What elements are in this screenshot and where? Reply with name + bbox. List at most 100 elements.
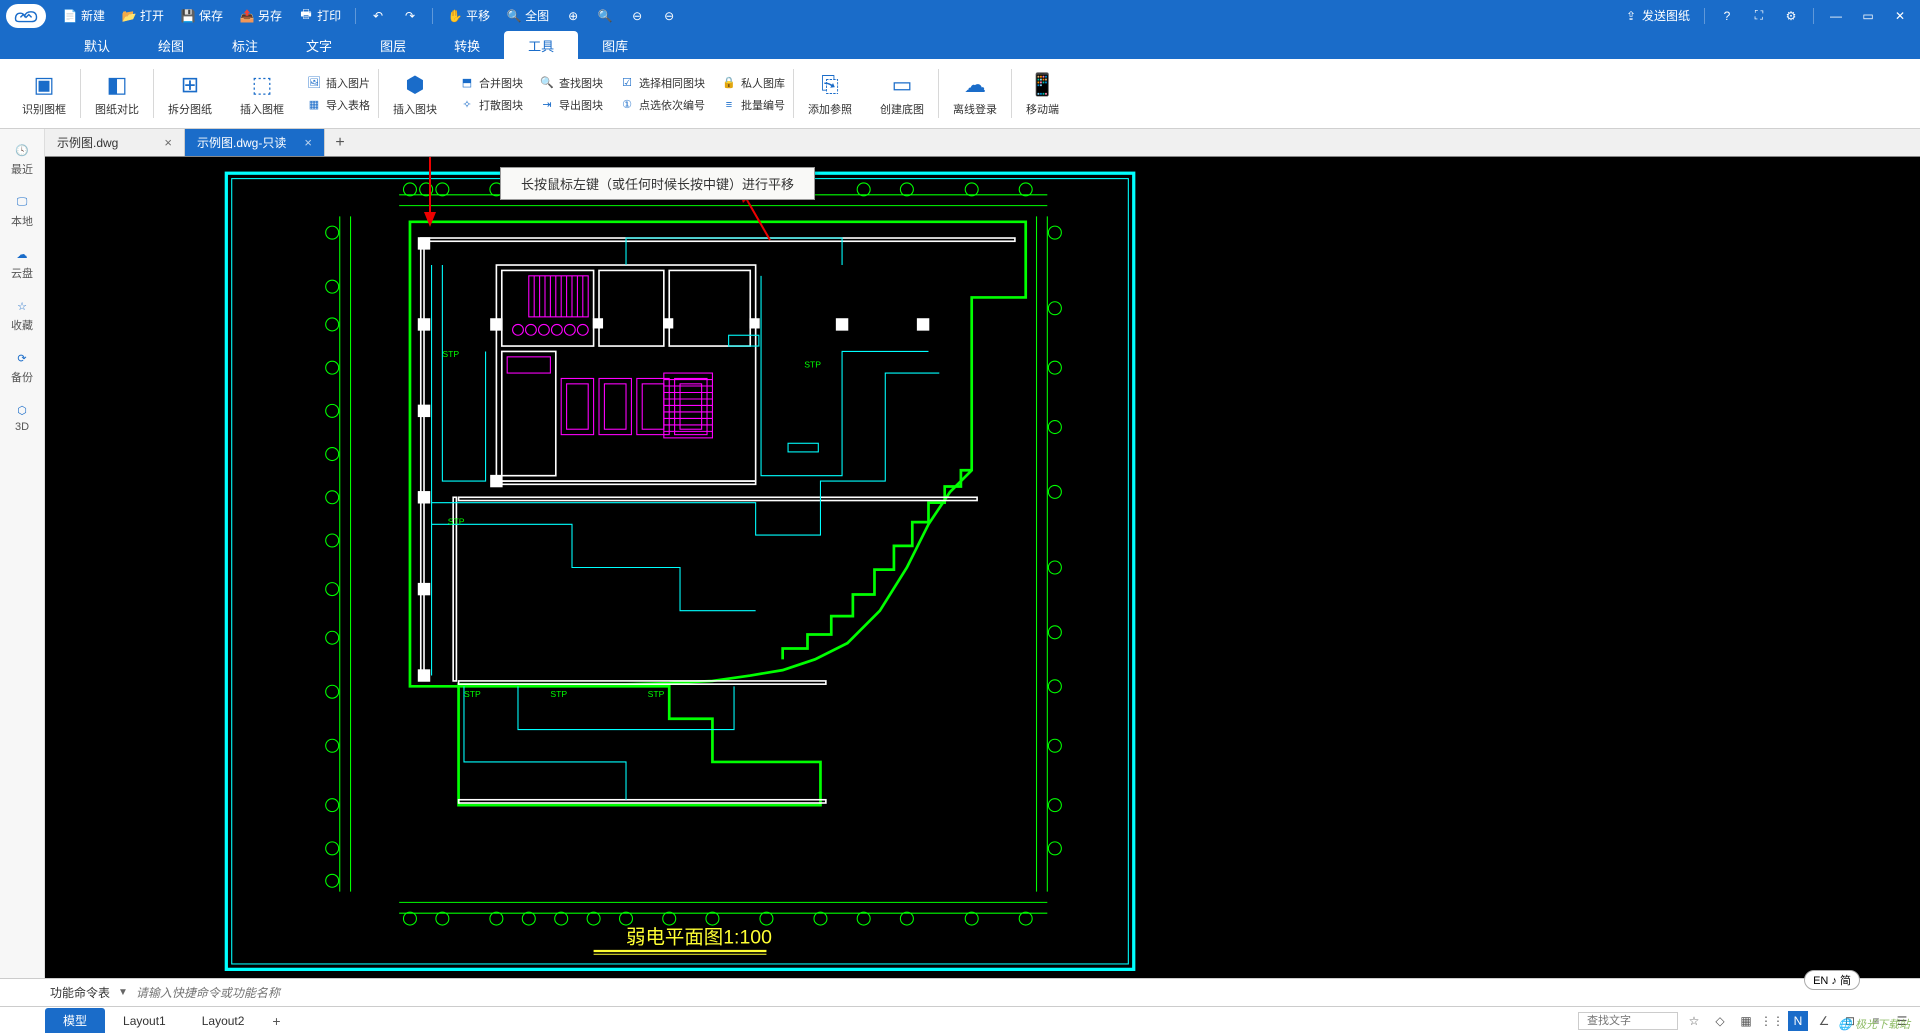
menu-tools[interactable]: 工具	[504, 31, 578, 59]
print-icon: 🖶	[298, 8, 314, 24]
command-bar: 功能命令表 ▼	[0, 978, 1920, 1006]
tab-layout1[interactable]: Layout1	[105, 1010, 184, 1032]
send-drawing-button[interactable]: ⇪发送图纸	[1617, 5, 1696, 26]
select-same-button[interactable]: ☑选择相同图块	[615, 73, 709, 93]
menu-text[interactable]: 文字	[282, 31, 356, 59]
menu-annotate[interactable]: 标注	[208, 31, 282, 59]
offline-login-button[interactable]: ☁离线登录	[949, 69, 1001, 119]
zoom-in-button[interactable]: ⊕	[559, 6, 587, 26]
click-number-button[interactable]: ①点选依次编号	[615, 95, 709, 115]
command-input[interactable]	[136, 986, 1912, 1000]
menu-library[interactable]: 图库	[578, 31, 652, 59]
private-lib-button[interactable]: 🔒私人图库	[717, 73, 789, 93]
send-label: 发送图纸	[1642, 7, 1690, 24]
add-ref-label: 添加参照	[808, 101, 852, 117]
menu-default[interactable]: 默认	[60, 31, 134, 59]
drawing-canvas[interactable]: 弱电平面图 1:100 STPSTPSTP STPSTPSTP 长按鼠标左键（或…	[45, 157, 1920, 978]
compare-button[interactable]: ◧图纸对比	[91, 69, 143, 119]
menu-bar: 默认 绘图 标注 文字 图层 转换 工具 图库	[0, 31, 1920, 59]
sidebar-recent[interactable]: 🕓最近	[2, 135, 42, 183]
command-label: 功能命令表	[50, 984, 110, 1001]
batch-number-button[interactable]: ≡批量编号	[717, 95, 789, 115]
explode-block-button[interactable]: ✧打散图块	[455, 95, 527, 115]
open-button[interactable]: 📂打开	[115, 5, 170, 26]
close-icon[interactable]: ×	[304, 135, 312, 150]
cloud-icon: ☁	[13, 245, 31, 263]
sidebar-cloud[interactable]: ☁云盘	[2, 239, 42, 287]
merge-block-label: 合并图块	[479, 75, 523, 91]
undo-button[interactable]: ↶	[364, 6, 392, 26]
chevron-down-icon[interactable]: ▼	[118, 987, 128, 998]
grid-toggle[interactable]: ▦	[1736, 1011, 1756, 1031]
mobile-button[interactable]: 📱移动端	[1022, 69, 1063, 119]
insert-image-label: 插入图片	[326, 75, 370, 91]
zoom-extents-button[interactable]: 🔍全图	[500, 5, 555, 26]
sidebar-3d[interactable]: ⬡3D	[2, 395, 42, 439]
offline-login-label: 离线登录	[953, 101, 997, 117]
saveas-icon: 📤	[239, 8, 255, 24]
sidebar-local[interactable]: 🖵本地	[2, 187, 42, 235]
dots-toggle[interactable]: ⋮⋮	[1762, 1011, 1782, 1031]
export-block-button[interactable]: ⇥导出图块	[535, 95, 607, 115]
close-icon[interactable]: ×	[164, 135, 172, 150]
export-block-label: 导出图块	[559, 97, 603, 113]
status-bar: 模型 Layout1 Layout2 + ☆ ◇ ▦ ⋮⋮ N ∠ ⊡ ≡ ☰	[0, 1006, 1920, 1034]
zoom-out-button[interactable]: ⊖	[623, 6, 651, 26]
print-button[interactable]: 🖶打印	[292, 5, 347, 26]
add-tab-button[interactable]: +	[325, 129, 355, 156]
full-label: 全图	[525, 7, 549, 24]
create-base-button[interactable]: ▭创建底图	[876, 69, 928, 119]
favorite-toggle[interactable]: ☆	[1684, 1011, 1704, 1031]
settings-button[interactable]: ⚙	[1777, 6, 1805, 26]
svg-text:STP: STP	[448, 516, 465, 526]
doc-tab-2[interactable]: 示例图.dwg-只读×	[185, 129, 325, 156]
saveas-button[interactable]: 📤另存	[233, 5, 288, 26]
search-text-input[interactable]	[1578, 1012, 1678, 1030]
menu-convert[interactable]: 转换	[430, 31, 504, 59]
find-block-button[interactable]: 🔍查找图块	[535, 73, 607, 93]
monitor-icon: 🖵	[13, 193, 31, 211]
title-bar: 📄新建 📂打开 💾保存 📤另存 🖶打印 ↶ ↷ ✋平移 🔍全图 ⊕ 🔍 ⊖ ⊖ …	[0, 0, 1920, 31]
sidebar-favorite[interactable]: ☆收藏	[2, 291, 42, 339]
insert-block-button[interactable]: ⬢插入图块	[389, 69, 441, 119]
zoom-out2-button[interactable]: ⊖	[655, 6, 683, 26]
help-button[interactable]: ?	[1713, 6, 1741, 26]
split-button[interactable]: ⊞拆分图纸	[164, 69, 216, 119]
menu-layer[interactable]: 图层	[356, 31, 430, 59]
insert-frame-button[interactable]: ⬚插入图框	[236, 69, 288, 119]
backup-icon: ⟳	[13, 349, 31, 367]
redo-button[interactable]: ↷	[396, 6, 424, 26]
doc-tab-1[interactable]: 示例图.dwg×	[45, 129, 185, 156]
ortho-toggle[interactable]: N	[1788, 1011, 1808, 1031]
insert-image-button[interactable]: 🖼插入图片	[302, 73, 374, 93]
fullscreen-button[interactable]: ⛶	[1745, 6, 1773, 26]
ime-indicator[interactable]: EN ♪ 简	[1804, 970, 1860, 990]
sidebar-backup[interactable]: ⟳ 备份	[2, 343, 42, 391]
minimize-button[interactable]: —	[1822, 6, 1850, 26]
pan-label: 平移	[466, 7, 490, 24]
merge-icon: ⬒	[459, 75, 475, 91]
separator	[355, 8, 356, 24]
polar-toggle[interactable]: ∠	[1814, 1011, 1834, 1031]
pan-button[interactable]: ✋平移	[441, 5, 496, 26]
tab-model[interactable]: 模型	[45, 1008, 105, 1033]
close-button[interactable]: ✕	[1886, 6, 1914, 26]
svg-text:STP: STP	[550, 689, 567, 699]
add-ref-button[interactable]: ⎘添加参照	[804, 69, 856, 119]
import-table-label: 导入表格	[326, 97, 370, 113]
zoom-window-button[interactable]: 🔍	[591, 6, 619, 26]
tab-layout2[interactable]: Layout2	[184, 1010, 263, 1032]
insert-frame-label: 插入图框	[240, 101, 284, 117]
maximize-button[interactable]: ▭	[1854, 6, 1882, 26]
add-layout-button[interactable]: +	[262, 1009, 290, 1033]
save-button[interactable]: 💾保存	[174, 5, 229, 26]
save-icon: 💾	[180, 8, 196, 24]
merge-block-button[interactable]: ⬒合并图块	[455, 73, 527, 93]
minimize-icon: —	[1828, 8, 1844, 24]
menu-draw[interactable]: 绘图	[134, 31, 208, 59]
snap-toggle[interactable]: ◇	[1710, 1011, 1730, 1031]
recognize-frame-button[interactable]: ▣识别图框	[18, 69, 70, 119]
new-button[interactable]: 📄新建	[56, 5, 111, 26]
import-table-button[interactable]: ▦导入表格	[302, 95, 374, 115]
backup-label: 备份	[11, 369, 33, 385]
